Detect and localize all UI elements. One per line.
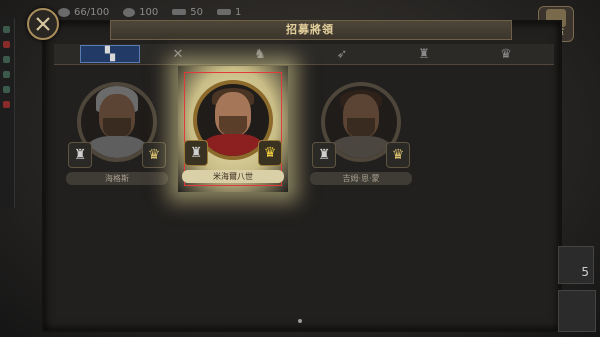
left-panel-slot[interactable]: [3, 41, 10, 48]
left-panel-slot[interactable]: [3, 26, 10, 33]
resource-value: 1: [235, 6, 242, 18]
crown-icon: ♛: [500, 46, 512, 62]
chess-pieces-icon: ♜: [68, 142, 92, 168]
horse-icon: ♞: [254, 46, 266, 62]
left-side-panel: [0, 18, 15, 208]
iron-icon: [172, 9, 187, 15]
general-name: 吉姆·恩·蒙: [310, 172, 412, 185]
chess-pieces-icon: ♜: [312, 142, 336, 168]
left-panel-slot[interactable]: [3, 101, 10, 108]
food-icon: [58, 7, 70, 17]
general-card[interactable]: ♜ ♛ 吉姆·恩·蒙: [306, 68, 416, 194]
resource-stone: 100: [123, 7, 158, 18]
tab-all[interactable]: ▚: [80, 45, 140, 63]
close-icon: [36, 17, 50, 31]
resource-value: 50: [190, 6, 204, 18]
tab-cavalry[interactable]: ♞: [230, 45, 290, 63]
crown-icon: ♛: [142, 142, 166, 168]
page-indicator: [298, 319, 302, 323]
general-card[interactable]: ♜ ♛ 海格斯: [62, 68, 172, 194]
horn-icon: [217, 9, 232, 15]
stone-icon: [123, 7, 136, 17]
general-card-selected[interactable]: ♜ ♛ 米海爾八世: [178, 66, 288, 192]
tab-siege[interactable]: ♜: [394, 45, 454, 63]
resource-value: 100: [139, 6, 159, 18]
left-panel-slot[interactable]: [3, 56, 10, 63]
general-name: 海格斯: [66, 172, 168, 185]
resource-value: 66/100: [74, 6, 110, 18]
troop-count-button[interactable]: 5: [558, 246, 594, 284]
resource-bar: 66/100 100 50 1: [58, 2, 378, 22]
castle-icon: ♜: [418, 46, 430, 62]
troop-count: 5: [581, 265, 589, 279]
resource-horn: 1: [217, 7, 241, 18]
grid-icon: ▚: [105, 46, 115, 62]
left-panel-slot[interactable]: [3, 86, 10, 93]
dialog-title: 招募將領: [286, 23, 334, 36]
unit-filter-tabs: ▚ ✕ ♞ ➶ ♜ ♛: [54, 44, 554, 65]
swords-icon: ✕: [172, 46, 184, 62]
expand-arrow-button[interactable]: [558, 290, 596, 332]
bow-icon: ➶: [336, 46, 348, 62]
resource-iron: 50: [172, 7, 203, 18]
crown-icon: ♛: [386, 142, 410, 168]
left-panel-slot[interactable]: [3, 71, 10, 78]
chess-pieces-icon: ♜: [184, 140, 208, 166]
general-name: 米海爾八世: [182, 170, 284, 183]
tab-infantry[interactable]: ✕: [148, 45, 208, 63]
crown-icon: ♛: [258, 140, 282, 166]
resource-food: 66/100: [58, 7, 109, 18]
tab-royal[interactable]: ♛: [476, 45, 536, 63]
close-button[interactable]: [27, 8, 59, 40]
tab-archer[interactable]: ➶: [312, 45, 372, 63]
